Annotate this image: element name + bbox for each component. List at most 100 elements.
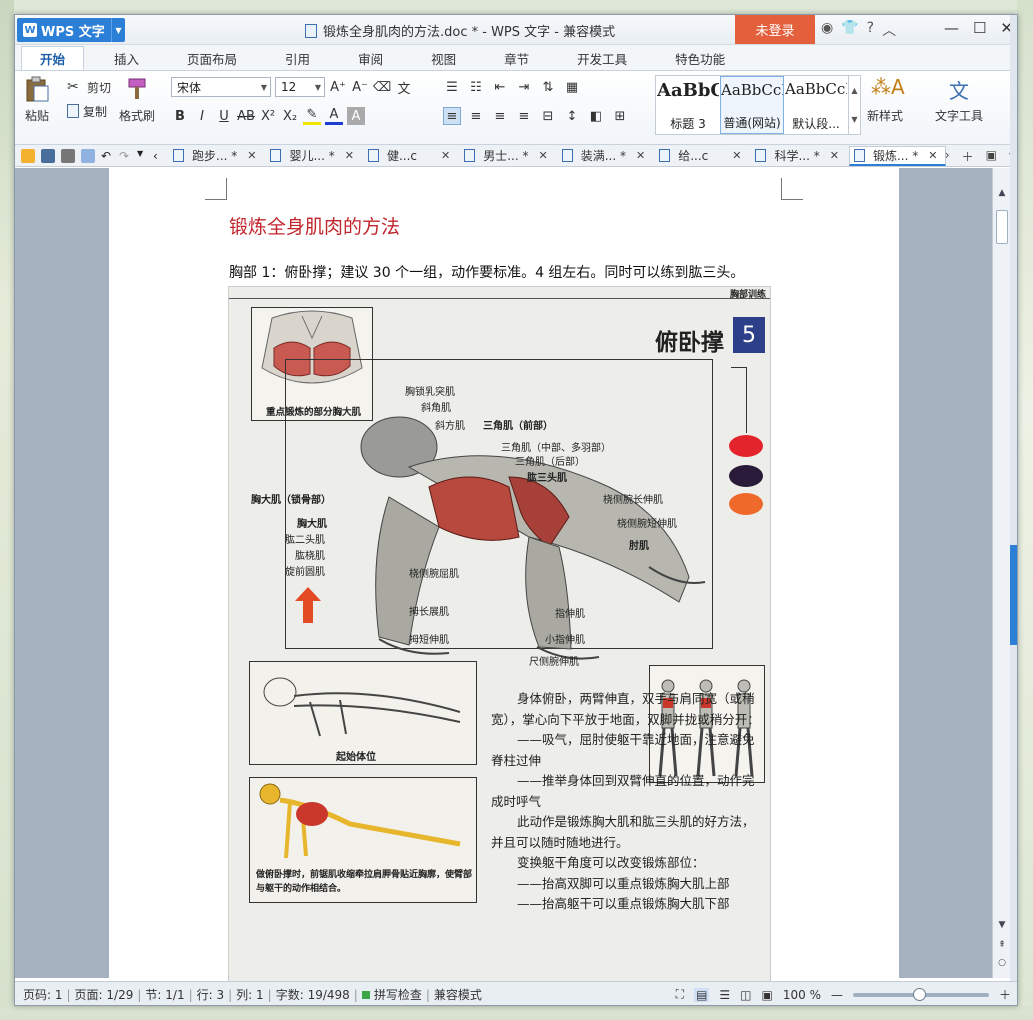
doc-tab[interactable]: 装满... * ✕ xyxy=(558,146,653,166)
outline-view-icon[interactable]: ☰ xyxy=(719,988,730,1002)
doc-tab[interactable]: 科学... * ✕ xyxy=(751,146,846,166)
increase-indent-icon[interactable]: ⇥ xyxy=(515,78,533,96)
doc-tab-active[interactable]: 锻炼... * ✕ xyxy=(848,145,947,166)
style-heading-3[interactable]: AaBbC 标题 3 xyxy=(656,76,720,134)
pushup-figure-image[interactable]: 胸部训练 俯卧撑 5 重点锻炼的部分胸大肌 胸锁乳突肌 斜角肌 斜方肌 三角肌（… xyxy=(228,286,771,988)
close-icon[interactable]: ✕ xyxy=(539,149,548,162)
redo-icon[interactable]: ↷ xyxy=(119,149,131,163)
close-icon[interactable]: ✕ xyxy=(345,149,354,162)
new-style-button[interactable]: ⁂A 新样式 xyxy=(867,75,905,124)
styles-scroll[interactable]: ▲ ▼ xyxy=(848,76,860,134)
zoom-slider[interactable] xyxy=(852,987,989,1001)
close-icon[interactable]: ✕ xyxy=(441,149,450,162)
doc-tab[interactable]: 给...c ✕ xyxy=(655,146,749,166)
bold-icon[interactable]: B xyxy=(171,107,189,125)
paste-button[interactable]: 粘贴 xyxy=(23,75,51,124)
status-page[interactable]: 页面: 1/29 xyxy=(75,986,134,1003)
app-menu-button[interactable]: W WPS 文字 ▼ xyxy=(17,18,125,42)
align-right-icon[interactable]: ≡ xyxy=(491,107,509,125)
tab-review[interactable]: 审阅 xyxy=(340,46,401,70)
tab-view[interactable]: 视图 xyxy=(413,46,474,70)
chevron-down-icon[interactable]: ▼ xyxy=(137,149,147,163)
close-icon[interactable]: ✕ xyxy=(636,149,645,162)
document-heading[interactable]: 锻炼全身肌肉的方法 xyxy=(229,212,400,239)
open-icon[interactable] xyxy=(21,148,35,163)
table-icon[interactable]: ▦ xyxy=(563,78,581,96)
page-view-icon[interactable]: ▤ xyxy=(694,987,710,1002)
chevron-down-icon[interactable]: ▼ xyxy=(851,115,857,124)
close-icon[interactable]: ✕ xyxy=(928,149,937,162)
close-icon[interactable]: ✕ xyxy=(830,149,839,162)
char-shading-icon[interactable]: A xyxy=(347,107,365,125)
font-color-icon[interactable]: A xyxy=(325,107,343,125)
borders-icon[interactable]: ⊞ xyxy=(611,107,629,125)
zoom-slider-knob[interactable] xyxy=(912,987,926,1001)
tab-special[interactable]: 特色功能 xyxy=(657,46,743,70)
scroll-down-icon[interactable]: ▼ xyxy=(993,920,1011,930)
vertical-scrollbar[interactable]: ▲ ▼ ⇞ ○ xyxy=(992,168,1010,978)
help-icon[interactable]: ? xyxy=(867,20,874,40)
zoom-value[interactable]: 100 % xyxy=(783,988,821,1002)
zoom-out-icon[interactable]: — xyxy=(831,988,843,1002)
minimize-icon[interactable]: — xyxy=(944,19,959,37)
style-normal-web[interactable]: AaBbCcDd 普通(网站) xyxy=(720,76,784,134)
document-page[interactable]: 锻炼全身肌肉的方法 胸部 1：俯卧撑；建议 30 个一组，动作要标准。4 组左右… xyxy=(109,168,899,988)
side-pane-tab[interactable] xyxy=(1010,545,1017,645)
grow-font-icon[interactable]: A⁺ xyxy=(329,78,347,96)
browse-object-icon[interactable]: ○ xyxy=(993,958,1011,968)
align-center-icon[interactable]: ≡ xyxy=(467,107,485,125)
italic-icon[interactable]: I xyxy=(193,107,211,125)
subscript-icon[interactable]: X₂ xyxy=(281,107,299,125)
undo-icon[interactable]: ↶ xyxy=(101,149,113,163)
doc-tab[interactable]: 婴儿... * ✕ xyxy=(266,146,361,166)
login-button[interactable]: 未登录 xyxy=(735,15,815,44)
print-preview-icon[interactable] xyxy=(81,148,95,163)
scroll-tabs-right-icon[interactable]: › xyxy=(945,148,950,165)
tab-references[interactable]: 引用 xyxy=(267,46,328,70)
superscript-icon[interactable]: X² xyxy=(259,107,277,125)
format-painter-button[interactable]: 格式刷 xyxy=(119,75,155,124)
tab-page-layout[interactable]: 页面布局 xyxy=(169,46,255,70)
web-view-icon[interactable]: ◫ xyxy=(740,988,751,1002)
chevron-up-icon[interactable]: ▲ xyxy=(851,86,857,95)
underline-icon[interactable]: U xyxy=(215,107,233,125)
doc-tab[interactable]: 男士... * ✕ xyxy=(460,146,555,166)
justify-icon[interactable]: ≡ xyxy=(515,107,533,125)
prev-page-icon[interactable]: ⇞ xyxy=(993,940,1011,950)
status-spell-check[interactable]: 拼写检查 xyxy=(374,986,422,1003)
font-size-select[interactable]: 12 ▼ xyxy=(275,77,325,97)
tab-insert[interactable]: 插入 xyxy=(96,46,157,70)
shading-icon[interactable]: ◧ xyxy=(587,107,605,125)
collapse-ribbon-icon[interactable]: ︿ xyxy=(882,20,896,40)
print-icon[interactable] xyxy=(61,148,75,163)
scroll-thumb[interactable] xyxy=(996,210,1008,244)
phonetic-icon[interactable]: 文 xyxy=(395,78,413,97)
decrease-indent-icon[interactable]: ⇤ xyxy=(491,78,509,96)
scroll-tabs-left-icon[interactable]: ‹ xyxy=(153,149,163,163)
status-word-count[interactable]: 字数: 19/498 xyxy=(276,986,350,1003)
style-default-para[interactable]: AaBbCcDd 默认段... xyxy=(784,76,848,134)
tab-home[interactable]: 开始 xyxy=(21,46,85,70)
chevron-down-icon[interactable]: ▼ xyxy=(111,18,125,42)
clear-format-icon[interactable]: ⌫ xyxy=(373,78,391,96)
scroll-up-icon[interactable]: ▲ xyxy=(993,188,1011,198)
reading-view-icon[interactable]: ▣ xyxy=(762,988,773,1002)
new-tab-icon[interactable]: ＋ xyxy=(962,148,974,165)
feedback-icon[interactable]: ◉ xyxy=(821,20,833,40)
font-name-select[interactable]: 宋体 ▼ xyxy=(171,77,271,97)
copy-button[interactable]: 复制 xyxy=(67,99,111,123)
distribute-icon[interactable]: ⊟ xyxy=(539,107,557,125)
strikethrough-icon[interactable]: AB xyxy=(237,107,255,125)
shrink-font-icon[interactable]: A⁻ xyxy=(351,78,369,96)
tab-list-icon[interactable]: ▣ xyxy=(986,148,997,165)
status-page-code[interactable]: 页码: 1 xyxy=(23,986,63,1003)
tab-developer[interactable]: 开发工具 xyxy=(559,46,645,70)
doc-tab[interactable]: 跑步... * ✕ xyxy=(169,146,264,166)
document-paragraph[interactable]: 胸部 1：俯卧撑；建议 30 个一组，动作要标准。4 组左右。同时可以练到肱三头… xyxy=(229,262,744,282)
skin-icon[interactable]: 👕 xyxy=(841,20,858,40)
maximize-icon[interactable]: ☐ xyxy=(973,19,986,37)
text-tools-button[interactable]: 文 文字工具 xyxy=(935,75,983,124)
align-left-icon[interactable]: ≡ xyxy=(443,107,461,125)
doc-tab[interactable]: 健...c ✕ xyxy=(364,146,458,166)
line-spacing-icon[interactable]: ↕ xyxy=(563,107,581,125)
